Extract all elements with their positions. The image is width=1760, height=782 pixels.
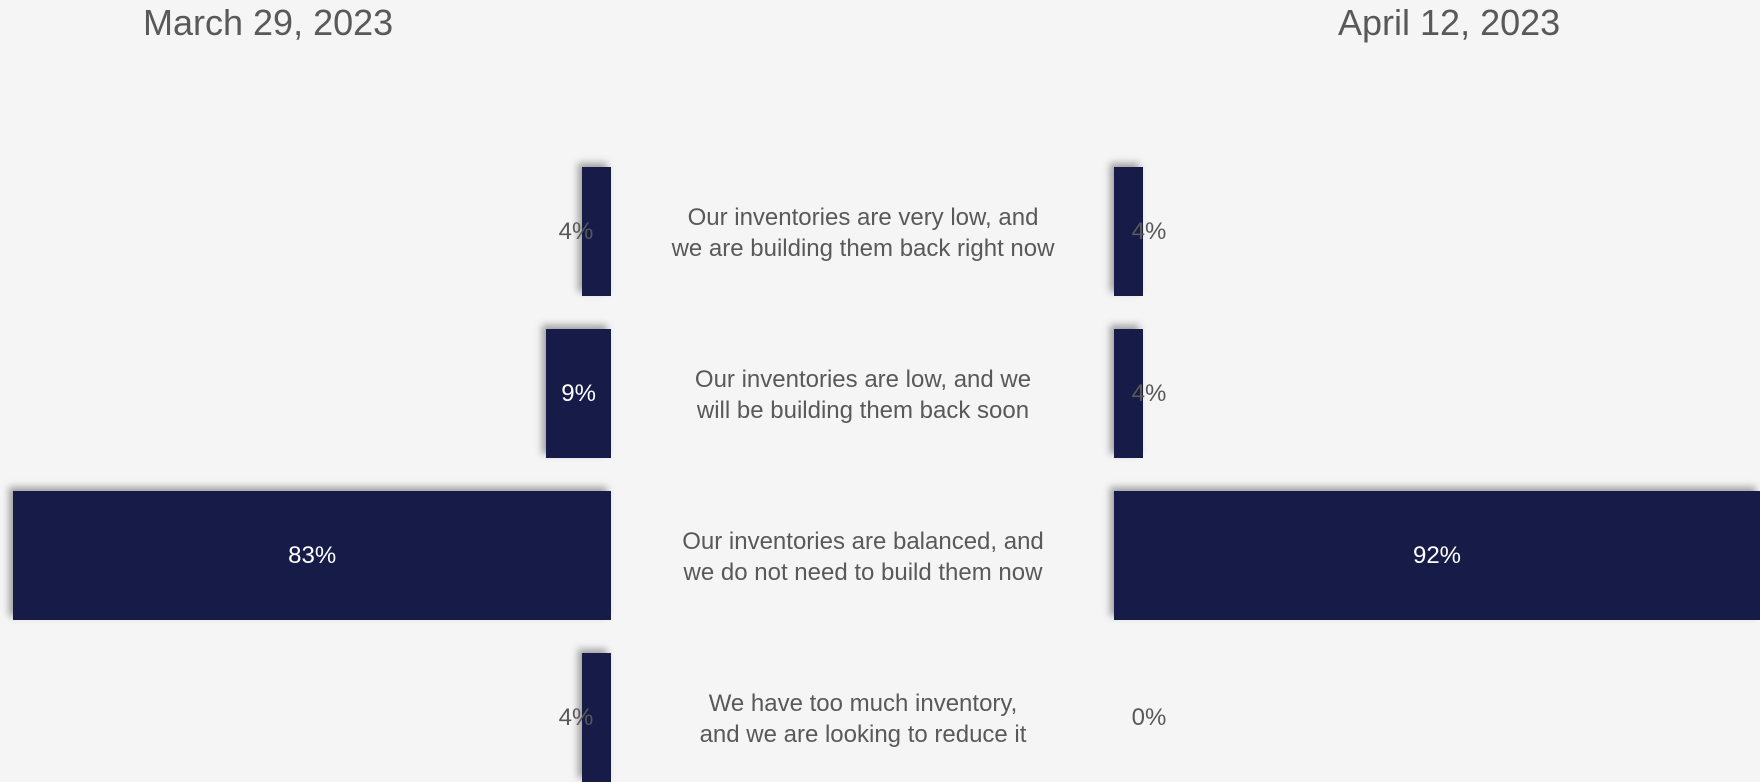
category-label-line: and we are looking to reduce it bbox=[699, 720, 1027, 748]
left-chart-title: March 29, 2023 bbox=[143, 2, 394, 43]
category-label-2: Our inventories are low, and we will be b… bbox=[640, 364, 1086, 426]
right-value-label-4: 0% bbox=[1131, 703, 1167, 731]
left-value-label-1: 4% bbox=[558, 217, 594, 245]
category-label-line: will be building them back soon bbox=[696, 396, 1030, 424]
category-label-3: Our inventories are balanced, and we do n… bbox=[640, 526, 1086, 588]
left-value-label-3: 83% bbox=[288, 541, 337, 569]
category-label-line: we are building them back right now bbox=[671, 234, 1055, 262]
category-label-line: Our inventories are very low, and bbox=[687, 203, 1039, 231]
right-value-label-3: 92% bbox=[1412, 541, 1462, 569]
category-label-line: Our inventories are low, and we bbox=[694, 365, 1032, 393]
chart-area: March 29, 2023 April 12, 2023 4% 9% 83% 4% 4… bbox=[0, 0, 1760, 782]
category-label-1: Our inventories are very low, and we are … bbox=[640, 202, 1086, 264]
category-label-4: We have too much inventory, and we are lo… bbox=[640, 688, 1086, 750]
right-chart-title: April 12, 2023 bbox=[1338, 2, 1561, 43]
category-label-line: we do not need to build them now bbox=[683, 558, 1043, 586]
left-value-label-2: 9% bbox=[561, 379, 596, 407]
category-label-line: We have too much inventory, bbox=[708, 689, 1018, 717]
left-value-label-4: 4% bbox=[558, 703, 594, 731]
right-value-label-1: 4% bbox=[1131, 217, 1167, 245]
right-value-label-2: 4% bbox=[1131, 379, 1167, 407]
category-label-line: Our inventories are balanced, and bbox=[682, 527, 1044, 555]
